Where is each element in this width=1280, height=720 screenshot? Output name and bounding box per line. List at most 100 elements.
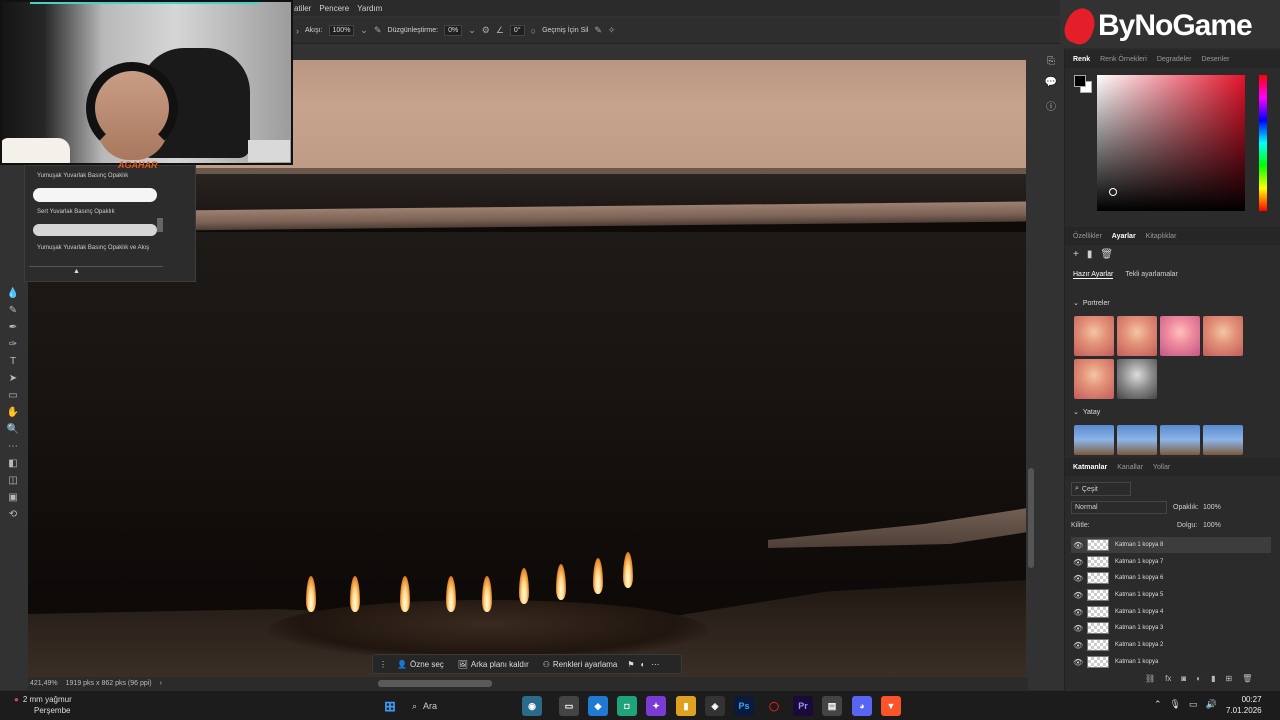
color-picker-field[interactable] [1097,75,1245,211]
color-picker-handle[interactable] [1109,188,1117,196]
tab-paths[interactable]: Yollar [1153,464,1170,471]
layer-row[interactable]: 👁 Katman 1 kopya 5 [1071,587,1271,603]
app-icon[interactable]: ◘ [617,696,637,716]
preset-thumbnail[interactable] [1117,359,1157,399]
blur-tool-icon[interactable]: 💧 [7,288,19,299]
chevron-down-icon[interactable]: ⌄ [360,25,368,36]
brush-preset-stroke[interactable] [33,224,157,236]
trash-icon[interactable]: 🗑 [1242,674,1252,683]
preset-thumbnail[interactable] [1074,316,1114,356]
comment-icon[interactable]: 💬 [1045,77,1057,88]
smoothing-input[interactable]: 0% [444,25,463,36]
fill-input[interactable]: 100% [1203,522,1221,529]
size-slider-track[interactable] [29,266,163,267]
task-view-icon[interactable]: ▭ [559,696,579,716]
flow-input[interactable]: 100% [328,25,355,36]
tab-layers[interactable]: Katmanlar [1073,464,1107,471]
eye-icon[interactable]: 👁 [1073,641,1083,650]
tab-properties[interactable]: Özellikler [1073,233,1102,240]
preset-thumbnail[interactable] [1117,316,1157,356]
blend-mode-select[interactable]: Normal [1071,501,1167,514]
windows-start-icon[interactable]: ⊞ [380,696,400,716]
preset-thumbnail[interactable] [1160,425,1200,455]
app-icon[interactable]: ◆ [588,696,608,716]
history-icon[interactable]: ⎘ [1047,56,1055,67]
layer-filter-select[interactable]: ⌕ Çeşit [1071,482,1131,496]
select-subject-button[interactable]: 👤 Özne seç [393,658,448,671]
adjustment-layer-icon[interactable]: ◐ [1196,674,1201,683]
preset-thumbnail[interactable] [1074,425,1114,455]
opacity-input[interactable]: 100% [1203,504,1221,511]
menu-item-filters[interactable]: atiler [294,4,311,13]
preset-thumbnail[interactable] [1203,316,1243,356]
preset-thumbnail[interactable] [1203,425,1243,455]
eye-icon[interactable]: 👁 [1073,624,1083,633]
new-layer-icon[interactable]: ⊞ [1225,674,1232,683]
brush-preset-name[interactable]: Yumuşak Yuvarlak Basınç Opaklık ve Akış [37,245,149,251]
brave-icon[interactable]: ▼ [881,696,901,716]
history-erase-label[interactable]: Geçmiş İçin Sil [542,27,588,34]
layer-row[interactable]: 👁 Katman 1 kopya [1071,654,1271,670]
tab-single-adjustments[interactable]: Tekli ayarlamalar [1125,271,1178,279]
layer-row[interactable]: 👁 Katman 1 kopya 8 [1071,537,1271,553]
chevron-down-icon[interactable]: ⌄ [468,25,476,36]
zoom-level[interactable]: 421,49% [30,680,58,687]
menu-item-window[interactable]: Pencere [319,4,349,13]
photoshop-icon[interactable]: Ps [734,696,754,716]
layer-row[interactable]: 👁 Katman 1 kopya 7 [1071,554,1271,570]
preset-thumbnail[interactable] [1074,359,1114,399]
chevron-right-icon[interactable]: › [160,680,162,687]
tab-adjustments[interactable]: Ayarlar [1112,233,1136,240]
remove-background-button[interactable]: 🖼 Arka planı kaldır [454,658,533,671]
screen-mode-icon[interactable]: ▣ [8,492,17,503]
size-slider-handle[interactable]: ▲ [73,268,80,275]
trash-icon[interactable]: 🗑 [1100,249,1113,260]
landscape-section-header[interactable]: ⌄ Yatay [1073,408,1100,417]
contrast-icon[interactable]: ◐ [641,660,646,669]
hue-slider[interactable] [1259,75,1267,211]
color-swatches-icon[interactable]: ◧ [8,458,17,469]
weather-widget[interactable]: ● 2 mm yağmur Perşembe [14,694,72,716]
pin-icon[interactable]: ⚑ [627,660,634,669]
layer-row[interactable]: 👁 Katman 1 kopya 6 [1071,570,1271,586]
layer-row[interactable]: 👁 Katman 1 kopya 4 [1071,604,1271,620]
foreground-color-swatch[interactable] [1074,75,1086,87]
pressure-icon[interactable]: ✎ [594,25,602,36]
mask-icon[interactable]: ◙ [1181,674,1186,683]
tab-presets[interactable]: Hazır Ayarlar [1073,271,1114,279]
drag-handle-icon[interactable]: ⋮ [379,660,387,669]
more-tools-icon[interactable]: ⋯ [8,441,18,452]
tab-channels[interactable]: Kanallar [1117,464,1143,471]
folder-icon[interactable]: ▮ [1087,249,1093,260]
preset-thumbnail[interactable] [1117,425,1157,455]
vertical-scrollbar[interactable] [1028,468,1034,568]
pen-alt-tool-icon[interactable]: ✑ [9,339,17,350]
file-explorer-icon[interactable]: ▮ [676,696,696,716]
tab-libraries[interactable]: Kitaplıklar [1146,233,1177,240]
type-tool-icon[interactable]: T [10,356,16,367]
eye-icon[interactable]: 👁 [1073,658,1083,667]
horizontal-scrollbar[interactable] [378,680,492,687]
tab-patterns[interactable]: Desenler [1201,56,1229,63]
eye-icon[interactable]: 👁 [1073,574,1083,583]
fx-icon[interactable]: fx [1165,674,1171,683]
link-icon[interactable]: ⛓ [1145,674,1155,683]
copilot-icon[interactable]: ✦ [646,696,666,716]
taskbar-clock[interactable]: 00:27 7.01.2026 [1226,694,1262,716]
add-icon[interactable]: + [1073,249,1079,260]
brush-preset-stroke[interactable] [33,188,157,202]
quick-mask-icon[interactable]: ◫ [8,475,17,486]
tab-swatches[interactable]: Renk Örnekleri [1100,56,1147,63]
hand-tool-icon[interactable]: ✋ [7,407,19,418]
transform-icon[interactable]: ⟲ [9,509,17,520]
tab-gradients[interactable]: Degradeler [1157,56,1192,63]
discord-icon[interactable]: ◕ [852,696,872,716]
brush-preset-name[interactable]: Yumuşak Yuvarlak Basınç Opaklık [37,173,128,179]
airbrush-icon[interactable]: ✎ [374,25,382,36]
app-icon[interactable]: ◈ [705,696,725,716]
rectangle-tool-icon[interactable]: ▭ [8,390,17,401]
preset-thumbnail[interactable] [1160,316,1200,356]
opera-icon[interactable]: ◯ [764,696,784,716]
eye-icon[interactable]: 👁 [1073,591,1083,600]
path-select-tool-icon[interactable]: ➤ [9,373,17,384]
